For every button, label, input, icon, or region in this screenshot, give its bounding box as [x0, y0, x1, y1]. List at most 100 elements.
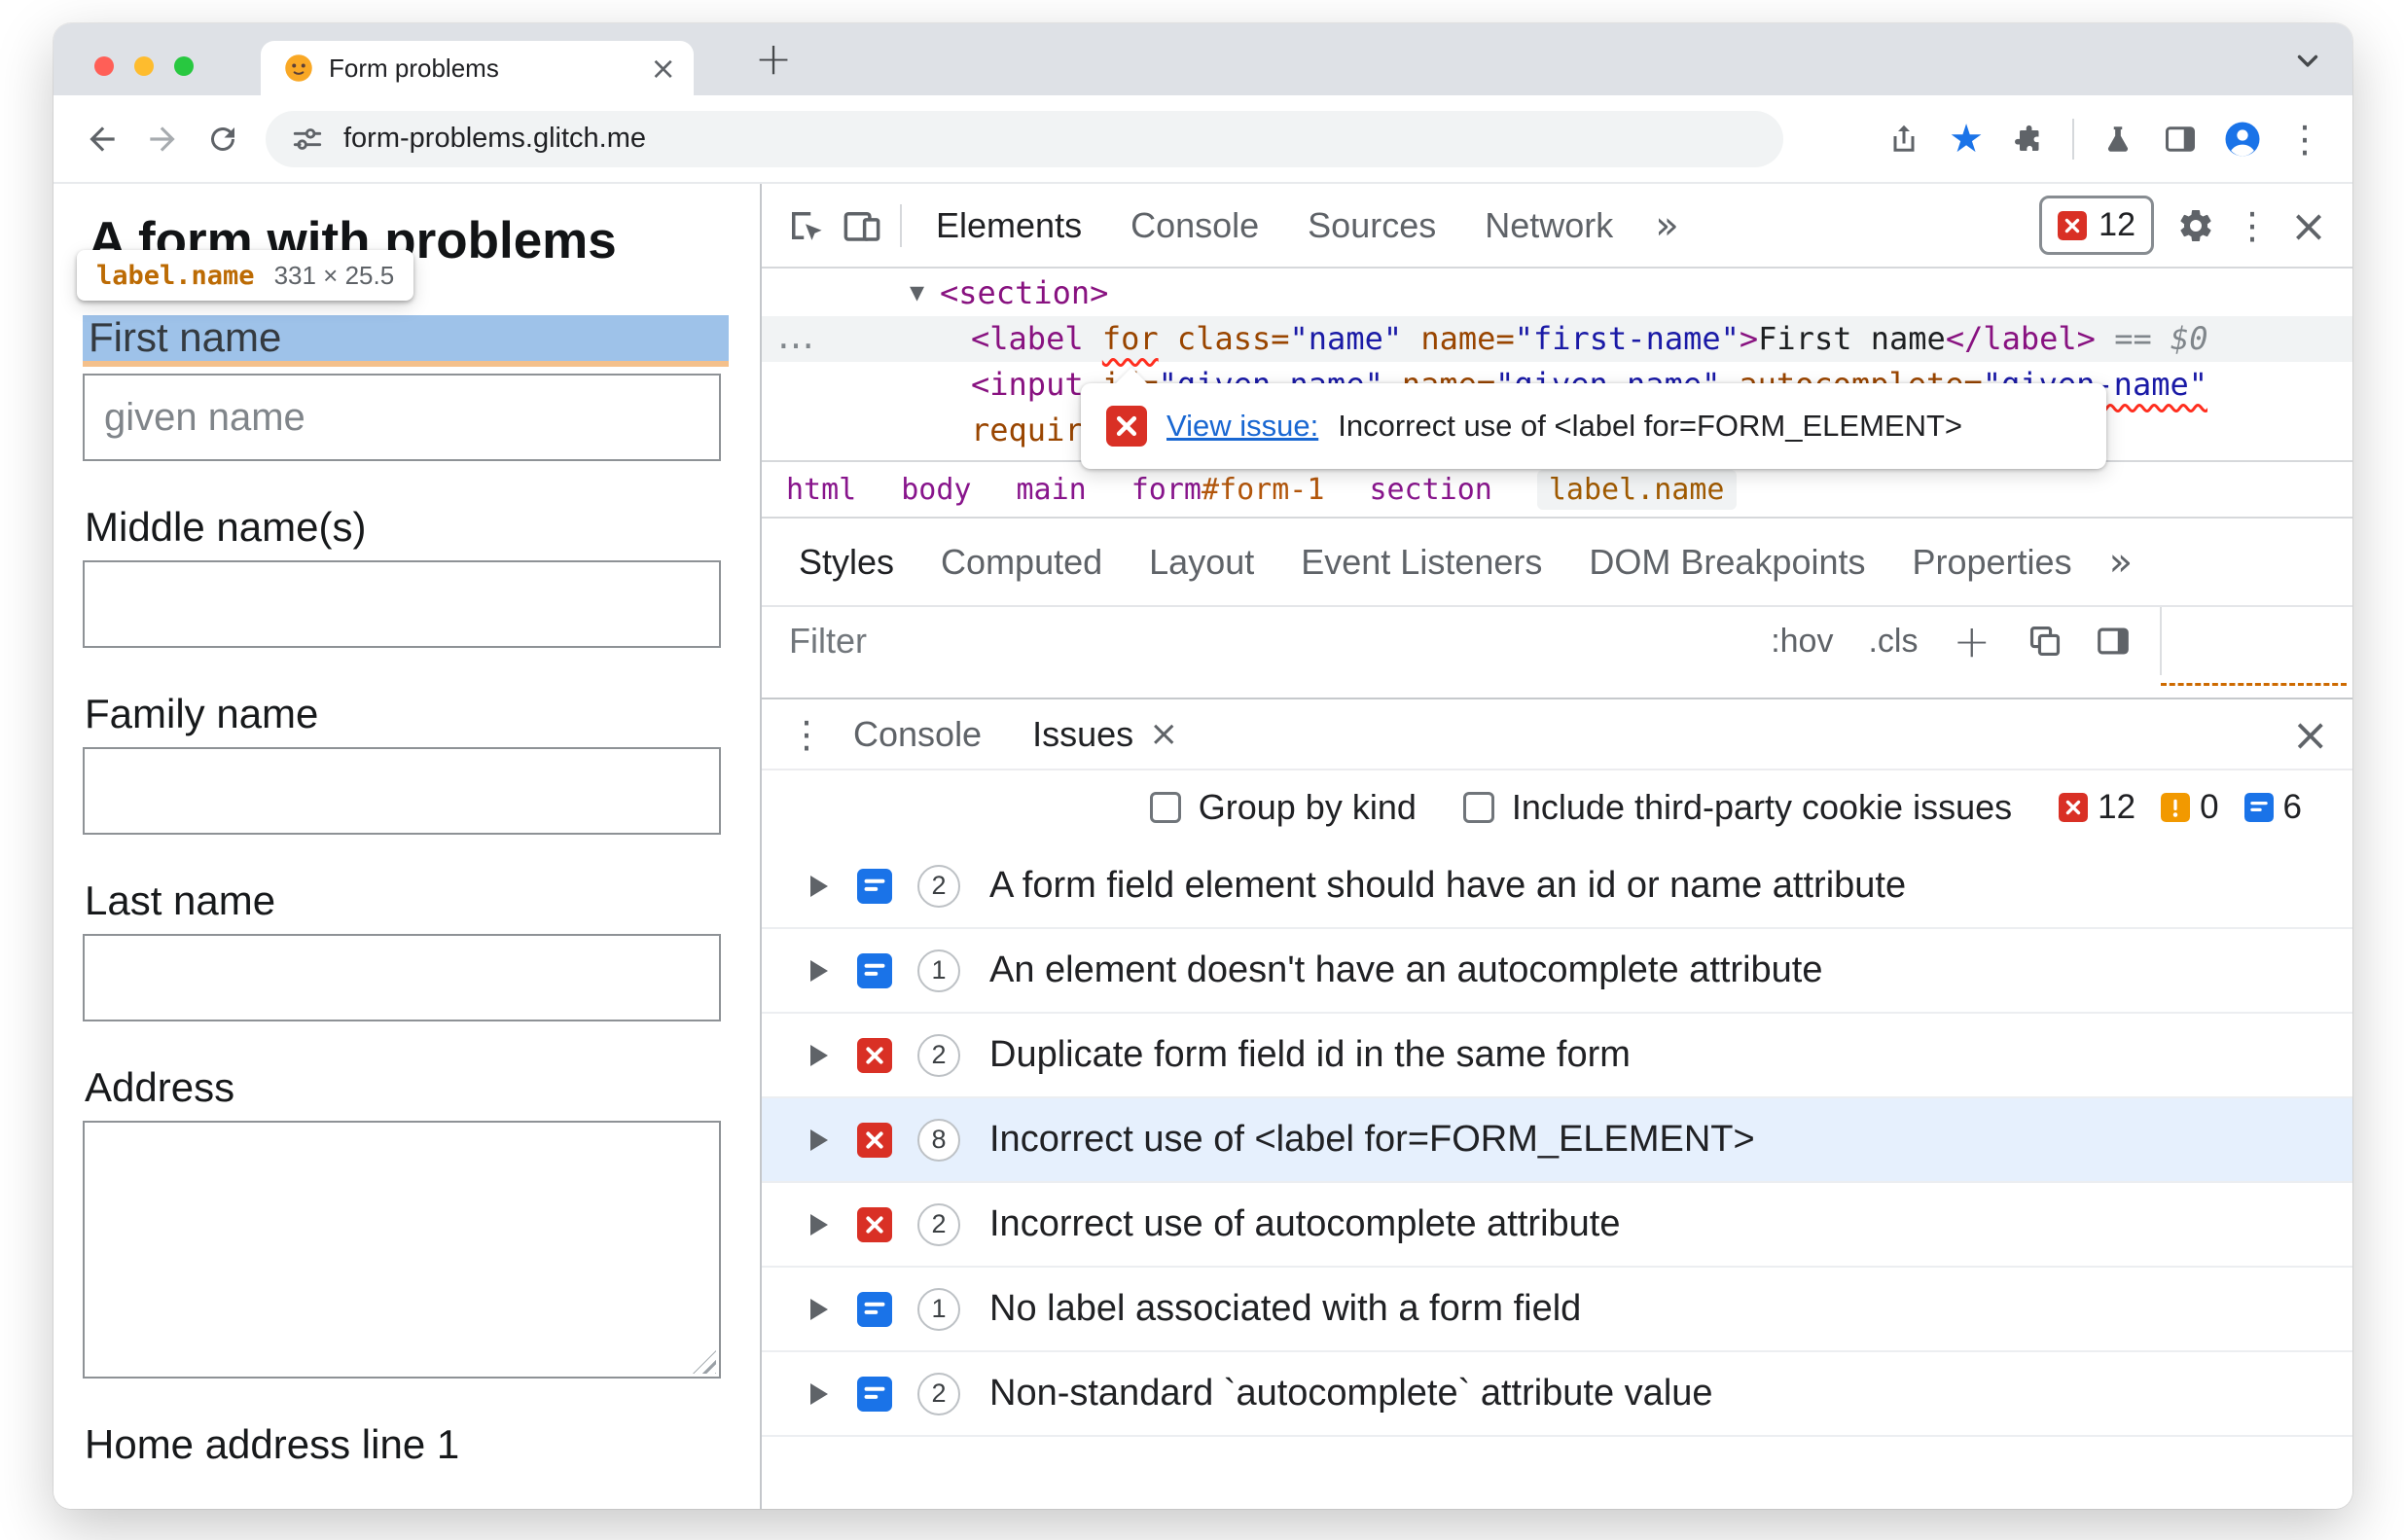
third-party-checkbox[interactable]: [1462, 792, 1494, 823]
styles-filter-bar: Filter :hov .cls +: [762, 605, 2352, 675]
close-issues-tab-icon[interactable]: ×: [1149, 714, 1178, 754]
breadcrumb-section[interactable]: section: [1369, 473, 1491, 507]
toggle-class-button[interactable]: .cls: [1868, 623, 1918, 661]
form-field: Last name: [83, 877, 760, 1021]
tab-styles[interactable]: Styles: [775, 542, 917, 583]
drawer-tab-console[interactable]: Console: [828, 699, 1007, 769]
toggle-sidebar-icon[interactable]: [2092, 620, 2135, 663]
issues-toolbar: Group by kind Include third-party cookie…: [762, 769, 2352, 844]
minimize-window-button[interactable]: [134, 56, 154, 76]
group-by-kind-label[interactable]: Group by kind: [1199, 787, 1417, 828]
computed-styles-icon[interactable]: [2024, 620, 2066, 663]
issue-count-badge: 8: [917, 1118, 960, 1162]
tab-dom-breakpoints[interactable]: DOM Breakpoints: [1565, 542, 1888, 583]
issue-row[interactable]: 2 Duplicate form field id in the same fo…: [762, 1014, 2352, 1098]
expand-icon[interactable]: [810, 1213, 828, 1236]
tab-elements[interactable]: Elements: [912, 205, 1106, 246]
breadcrumb-label-selected[interactable]: label.name: [1536, 469, 1737, 510]
code-line-section[interactable]: <section>: [762, 270, 2352, 316]
extensions-puzzle-icon[interactable]: [2002, 112, 2055, 166]
group-by-kind-checkbox[interactable]: [1149, 792, 1181, 823]
issues-count-button[interactable]: 12: [2039, 196, 2154, 255]
site-info-icon[interactable]: [291, 123, 324, 156]
more-tabs-icon[interactable]: »: [2096, 540, 2146, 585]
profile-avatar[interactable]: [2216, 112, 2269, 166]
code-attr-for: for: [1101, 320, 1159, 357]
issue-title: A form field element should have an id o…: [989, 865, 1907, 906]
issue-row[interactable]: 2 A form field element should have an id…: [762, 844, 2352, 929]
drawer-tab-issues[interactable]: Issues ×: [1007, 699, 1203, 769]
view-issue-link[interactable]: View issue:: [1166, 409, 1318, 444]
third-party-label[interactable]: Include third-party cookie issues: [1512, 787, 2012, 828]
new-tab-button[interactable]: +: [750, 32, 797, 85]
error-icon: [2059, 793, 2089, 822]
expand-arrow-icon[interactable]: ▾: [910, 270, 924, 316]
issue-row[interactable]: 2 Non-standard `autocomplete` attribute …: [762, 1352, 2352, 1437]
forward-button[interactable]: [135, 112, 190, 166]
issue-title: No label associated with a form field: [989, 1288, 1582, 1329]
zoom-window-button[interactable]: [174, 56, 194, 76]
tab-sources[interactable]: Sources: [1283, 205, 1460, 246]
breadcrumb-body[interactable]: body: [901, 473, 971, 507]
expand-icon[interactable]: [810, 959, 828, 982]
expand-icon[interactable]: [810, 1298, 828, 1320]
drawer-menu-kebab-icon[interactable]: ⋮: [785, 713, 828, 756]
issue-row[interactable]: 1 No label associated with a form field: [762, 1268, 2352, 1352]
tab-event-listeners[interactable]: Event Listeners: [1277, 542, 1565, 583]
side-panel-icon[interactable]: [2154, 112, 2207, 166]
devtools-toolbar: Elements Console Sources Network » 12 ⋮ …: [762, 184, 2352, 269]
expand-icon[interactable]: [810, 875, 828, 897]
tab-computed[interactable]: Computed: [917, 542, 1126, 583]
experiments-flask-icon[interactable]: [2092, 112, 2144, 166]
more-tabs-icon[interactable]: »: [1637, 203, 1696, 248]
browser-menu-kebab-icon[interactable]: ⋮: [2278, 112, 2331, 166]
drawer-close-icon[interactable]: ×: [2291, 708, 2329, 761]
tab-strip: Form problems × +: [54, 23, 2352, 95]
settings-gear-icon[interactable]: [2168, 197, 2224, 254]
error-count: 12: [2098, 788, 2136, 826]
issue-row[interactable]: 1 An element doesn't have an autocomplet…: [762, 929, 2352, 1014]
styles-filter-input[interactable]: Filter: [789, 621, 1771, 662]
tab-network[interactable]: Network: [1460, 205, 1637, 246]
node-menu-ellipsis-icon[interactable]: …: [777, 316, 814, 362]
breadcrumb-form[interactable]: form#form-1: [1131, 473, 1325, 507]
code-selected-marker: == $0: [2095, 320, 2208, 357]
tab-layout[interactable]: Layout: [1126, 542, 1277, 583]
styles-pane-spacer: [2162, 607, 2352, 675]
toggle-hover-state-button[interactable]: :hov: [1771, 623, 1833, 661]
issue-row[interactable]: 2 Incorrect use of autocomplete attribut…: [762, 1183, 2352, 1268]
devtools-menu-kebab-icon[interactable]: ⋮: [2224, 197, 2280, 254]
first-name-input[interactable]: [83, 374, 721, 461]
devtools-close-icon[interactable]: ×: [2280, 197, 2337, 254]
share-icon[interactable]: [1878, 112, 1930, 166]
device-toolbar-icon[interactable]: [834, 197, 890, 254]
middle-name-input[interactable]: [83, 560, 721, 648]
toolbar-divider: [900, 203, 902, 247]
bookmark-star-icon[interactable]: ★: [1940, 112, 1992, 166]
expand-icon[interactable]: [810, 1128, 828, 1151]
expand-icon[interactable]: [810, 1382, 828, 1405]
inspect-element-icon[interactable]: [777, 197, 834, 254]
family-name-input[interactable]: [83, 747, 721, 835]
last-name-input[interactable]: [83, 934, 721, 1021]
issue-row-selected[interactable]: 8 Incorrect use of <label for=FORM_ELEME…: [762, 1098, 2352, 1183]
expand-icon[interactable]: [810, 1044, 828, 1066]
browser-tab[interactable]: Form problems ×: [261, 41, 694, 95]
tab-properties[interactable]: Properties: [1889, 542, 2096, 583]
tab-console[interactable]: Console: [1106, 205, 1283, 246]
code-line-label-selected[interactable]: <label for class="name" name="first-name…: [762, 316, 2352, 362]
breadcrumb-tag: label: [1548, 472, 1637, 507]
close-window-button[interactable]: [94, 56, 114, 76]
styles-pane-gap: [762, 675, 2352, 698]
address-textarea[interactable]: [83, 1121, 721, 1379]
address-bar[interactable]: form-problems.glitch.me: [266, 110, 1783, 167]
tab-close-icon[interactable]: ×: [650, 53, 676, 84]
message-count: 6: [2282, 788, 2302, 826]
breadcrumb-html[interactable]: html: [786, 473, 856, 507]
breadcrumb-main[interactable]: main: [1017, 473, 1087, 507]
tab-search-chevron-icon[interactable]: [2286, 39, 2329, 82]
page-content: A form with problems First name Middle n…: [54, 184, 762, 1509]
reload-button[interactable]: [196, 112, 250, 166]
new-style-rule-icon[interactable]: +: [1953, 619, 1991, 663]
back-button[interactable]: [75, 112, 129, 166]
